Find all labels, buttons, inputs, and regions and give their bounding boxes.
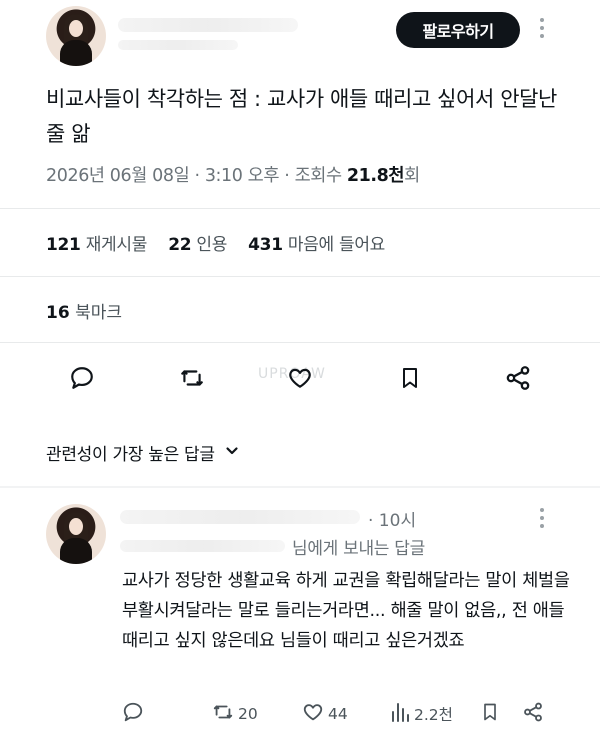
author-handle-blurred — [118, 40, 238, 50]
engagement-stats: 121 재게시물 22 인용 431 마음에 들어요 — [46, 230, 401, 255]
reply-time[interactable]: · 10시 — [368, 506, 416, 531]
divider — [0, 208, 600, 209]
reply-like-button[interactable]: 44 — [302, 700, 348, 728]
author-avatar[interactable] — [46, 6, 106, 66]
divider — [0, 276, 600, 277]
reply-share-button[interactable] — [522, 700, 544, 728]
reply-views-button[interactable]: 2.2천 — [390, 700, 453, 728]
reply-text: 교사가 정당한 생활교육 하게 교권을 확립해달라는 말이 체벌을 부활시켜달라… — [122, 571, 570, 651]
likes-stat[interactable]: 431 마음에 들어요 — [248, 235, 401, 255]
reply-reply-button[interactable] — [122, 700, 144, 728]
retweet-icon — [212, 701, 234, 727]
share-icon[interactable] — [502, 362, 534, 394]
reply-icon[interactable] — [66, 362, 98, 394]
reply-view-count: 2.2천 — [414, 706, 453, 724]
like-icon[interactable] — [284, 362, 316, 394]
retweets-stat[interactable]: 121 재게시물 — [46, 235, 163, 255]
divider — [0, 342, 600, 343]
reply-more-options-icon[interactable] — [538, 508, 546, 528]
analytics-icon — [390, 701, 410, 727]
chevron-down-icon — [225, 443, 239, 463]
post-date[interactable]: 2026년 06월 08일 — [46, 166, 190, 186]
views-label: 조회수 — [294, 166, 343, 186]
reply-retweet-count: 20 — [238, 705, 258, 723]
follow-button[interactable]: 팔로우하기 — [396, 12, 520, 48]
reply-sort-dropdown[interactable]: 관련성이 가장 높은 답글 — [46, 440, 239, 465]
reply-bookmark-button[interactable] — [480, 700, 500, 728]
quotes-stat[interactable]: 22 인용 — [168, 235, 243, 255]
bookmark-icon[interactable] — [394, 362, 426, 394]
reply-to-handle-blurred — [120, 540, 285, 552]
bookmarks-stat: 16 북마크 — [46, 303, 122, 323]
share-icon — [522, 701, 544, 727]
post-text: 비교사들이 착각하는 점 : 교사가 애들 때리고 싶어서 안달난 줄 앎 — [46, 87, 557, 146]
reply-sort-label: 관련성이 가장 높은 답글 — [46, 445, 215, 465]
post-meta: 2026년 06월 08일 · 3:10 오후 · 조회수 21.8천회 — [46, 166, 420, 186]
reply-icon — [122, 701, 144, 727]
reply-author-avatar[interactable] — [46, 504, 106, 564]
like-icon — [302, 701, 324, 727]
more-options-icon[interactable] — [538, 18, 546, 38]
divider — [0, 486, 600, 488]
bookmark-icon — [480, 701, 500, 727]
views-count: 21.8천 — [346, 166, 405, 186]
retweet-icon[interactable] — [176, 362, 208, 394]
reply-to-label: 님에게 보내는 답글 — [292, 539, 425, 559]
reply-like-count: 44 — [328, 705, 348, 723]
reply-author-name-blurred — [120, 510, 360, 524]
post-time: 3:10 오후 — [204, 166, 280, 186]
author-name-blurred — [118, 18, 298, 32]
reply-retweet-button[interactable]: 20 — [212, 700, 258, 728]
